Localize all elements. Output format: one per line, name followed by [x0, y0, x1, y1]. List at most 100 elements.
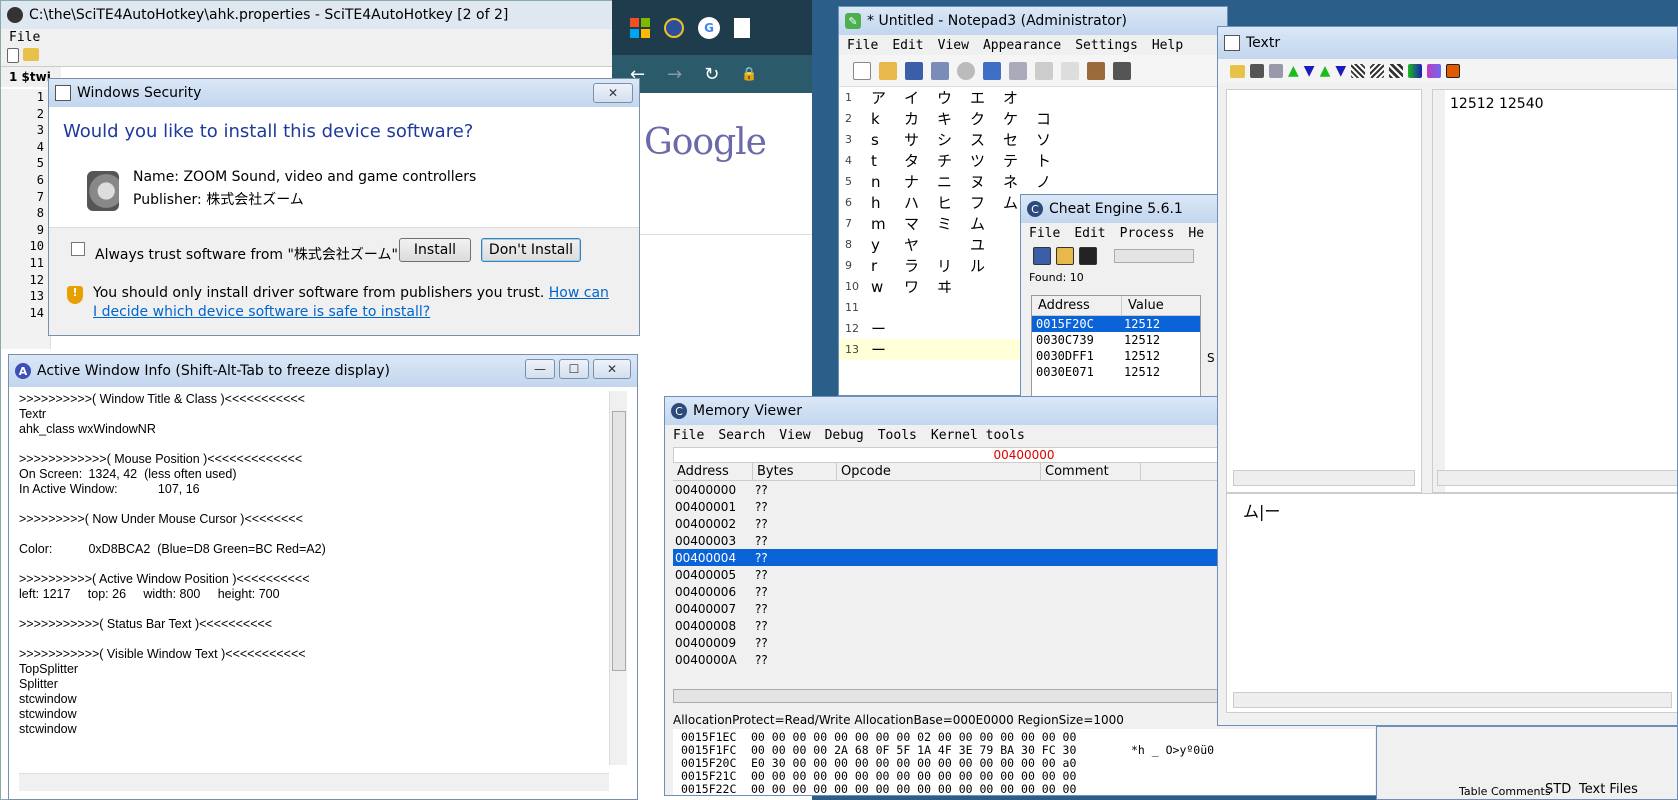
install-button[interactable]: Install — [399, 238, 471, 262]
close-icon[interactable]: ✕ — [593, 83, 633, 103]
awi-text[interactable]: >>>>>>>>>>( Window Title & Class )<<<<<<… — [19, 391, 609, 736]
menu-item[interactable]: File — [1029, 226, 1060, 241]
hex-view[interactable]: 0015F1EC 00 00 00 00 00 00 00 00 02 00 00… — [673, 729, 1375, 795]
menu-item[interactable]: Settings — [1075, 38, 1138, 53]
down-arrow-icon[interactable]: ▼ — [1304, 63, 1315, 79]
menu-item[interactable]: Tools — [878, 428, 917, 443]
col-opcode[interactable]: Opcode — [837, 463, 1041, 480]
minimize-icon[interactable]: — — [525, 359, 555, 379]
security-titlebar[interactable]: Windows Security ✕ — [49, 79, 639, 107]
col-address[interactable]: Address — [1032, 296, 1122, 315]
google-logo[interactable]: Google — [644, 122, 767, 163]
scite-menu-file[interactable]: File — [9, 30, 40, 45]
hatch-icon[interactable] — [1370, 64, 1385, 78]
recent-icon[interactable] — [1250, 64, 1264, 78]
menu-item[interactable]: Edit — [892, 38, 923, 53]
left-hscrollbar[interactable] — [1233, 470, 1415, 486]
windows-start-icon[interactable] — [630, 17, 650, 38]
menu-item[interactable]: View — [938, 38, 969, 53]
close-icon[interactable]: ✕ — [593, 359, 631, 379]
copy-icon[interactable] — [1061, 61, 1079, 80]
hatch-icon[interactable] — [1389, 64, 1404, 78]
new-icon[interactable] — [853, 61, 871, 80]
up-arrow-icon[interactable]: ▲ — [1288, 63, 1299, 79]
undo-icon[interactable] — [983, 61, 1001, 80]
windows-security-dialog[interactable]: Windows Security ✕ Would you like to ins… — [48, 78, 640, 336]
menu-item[interactable]: He — [1188, 226, 1204, 241]
reload-icon[interactable]: ↻ — [704, 64, 719, 85]
textr-left-pane[interactable] — [1226, 89, 1422, 493]
scroll-thumb[interactable] — [612, 411, 626, 671]
app-icon[interactable] — [734, 17, 750, 38]
hatch-icon[interactable] — [1351, 64, 1366, 78]
cheat-engine-titlebar[interactable]: C Cheat Engine 5.6.1 — [1021, 195, 1229, 223]
awi-hscrollbar[interactable] — [19, 773, 609, 791]
open-folder-icon[interactable] — [23, 48, 39, 61]
std-tab[interactable]: STD — [1545, 782, 1571, 797]
forward-icon[interactable]: → — [667, 64, 682, 85]
warning-message: You should only install driver software … — [93, 285, 545, 301]
menu-item[interactable]: Debug — [825, 428, 864, 443]
result-row[interactable]: 0030E071 12512 — [1032, 364, 1200, 380]
down-arrow-icon[interactable]: ▼ — [1335, 63, 1346, 79]
maximize-icon[interactable]: ☐ — [559, 359, 589, 379]
cheat-engine-window[interactable]: C Cheat Engine 5.6.1 File Edit Process He F… — [1020, 194, 1230, 404]
menu-item[interactable]: Edit — [1074, 226, 1105, 241]
chrome-g-icon[interactable]: G — [698, 16, 720, 39]
col-comment[interactable]: Comment — [1041, 463, 1141, 480]
textr-right-pane[interactable]: 12512 12540 — [1432, 89, 1677, 493]
new-file-icon[interactable] — [7, 48, 19, 63]
menu-item[interactable]: Kernel tools — [931, 428, 1025, 443]
scite-titlebar[interactable]: C:\the\SciTE4AutoHotkey\ahk.properties -… — [1, 1, 619, 29]
result-row[interactable]: 0030C739 12512 — [1032, 332, 1200, 348]
text-files-tab[interactable]: Text Files — [1579, 782, 1638, 797]
textr-window[interactable]: Textr ▲ ▼ ▲ ▼ 12512 12540 ム|ー — [1217, 26, 1678, 726]
save-icon[interactable] — [905, 61, 923, 80]
palette-icon[interactable] — [1427, 64, 1442, 78]
lock-icon[interactable]: 🔒 — [741, 67, 757, 82]
redo-icon[interactable] — [1009, 61, 1027, 80]
cut-icon[interactable] — [1035, 61, 1053, 80]
save-icon[interactable] — [1079, 247, 1097, 265]
open-icon[interactable] — [879, 61, 897, 80]
notepad3-titlebar[interactable]: ✎ * Untitled - Notepad3 (Administrator) — [839, 7, 1227, 35]
open-icon[interactable] — [1230, 64, 1245, 78]
active-window-info[interactable]: A Active Window Info (Shift-Alt-Tab to f… — [8, 354, 638, 800]
awi-vscrollbar[interactable] — [609, 391, 627, 765]
always-trust-label[interactable]: Always trust software from "株式会社ズーム". — [95, 244, 402, 264]
browse-icon[interactable] — [957, 61, 975, 80]
results-list[interactable]: Address Value 0015F20C 12512 0030C739 12512… — [1031, 295, 1201, 403]
textr-titlebar[interactable]: Textr — [1218, 27, 1677, 59]
menu-item[interactable]: Appearance — [983, 38, 1061, 53]
editor-hscrollbar[interactable] — [1233, 692, 1672, 708]
menu-item[interactable]: Search — [718, 428, 765, 443]
save-icon[interactable] — [1269, 64, 1283, 78]
col-bytes[interactable]: Bytes — [753, 463, 837, 480]
globe-icon[interactable] — [664, 17, 684, 38]
menu-item[interactable]: File — [847, 38, 878, 53]
result-row[interactable]: 0030DFF1 12512 — [1032, 348, 1200, 364]
dont-install-button[interactable]: Don't Install — [481, 238, 581, 262]
palette-icon[interactable] — [1408, 64, 1423, 78]
right-hscrollbar[interactable] — [1437, 470, 1677, 486]
always-trust-checkbox[interactable] — [71, 242, 85, 256]
textr-editor[interactable]: ム|ー — [1226, 493, 1677, 713]
col-value[interactable]: Value — [1122, 296, 1170, 315]
col-address[interactable]: Address — [673, 463, 753, 480]
save-all-icon[interactable] — [931, 61, 949, 80]
paste-icon[interactable] — [1087, 61, 1105, 80]
menu-item[interactable]: File — [673, 428, 704, 443]
find-icon[interactable] — [1113, 61, 1131, 80]
awi-titlebar[interactable]: A Active Window Info (Shift-Alt-Tab to f… — [9, 355, 637, 387]
open-icon[interactable] — [1056, 247, 1074, 265]
process-icon[interactable] — [1033, 247, 1051, 265]
menu-item[interactable]: View — [779, 428, 810, 443]
menu-item[interactable]: Process — [1120, 226, 1175, 241]
line-number: 2 — [845, 112, 852, 125]
table-comments-label[interactable]: Table Comments — [1459, 785, 1551, 798]
result-row[interactable]: 0015F20C 12512 — [1032, 316, 1200, 332]
settings-icon[interactable] — [1446, 64, 1461, 78]
up-arrow-icon[interactable]: ▲ — [1320, 63, 1331, 79]
awi-line: >>>>>>>>>>( Window Title & Class )<<<<<<… — [19, 392, 305, 406]
menu-item[interactable]: Help — [1152, 38, 1183, 53]
